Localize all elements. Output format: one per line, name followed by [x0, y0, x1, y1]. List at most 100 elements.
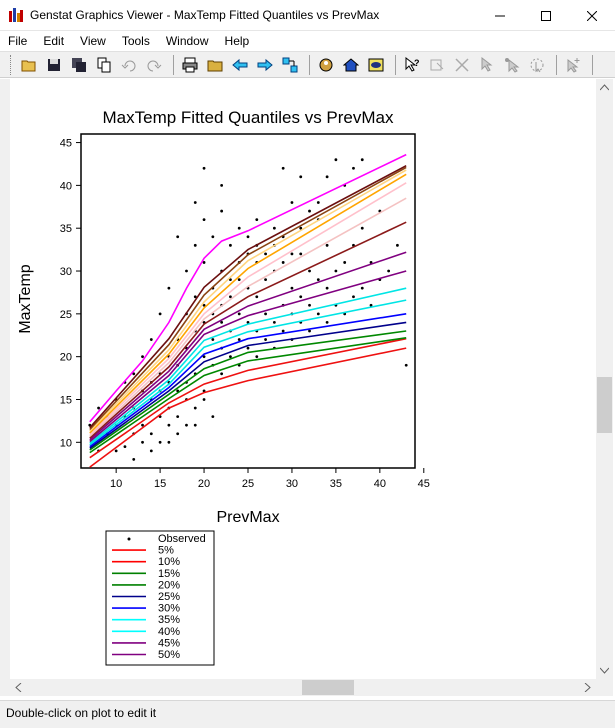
observed-point	[185, 423, 188, 427]
select-icon[interactable]	[476, 54, 498, 76]
observed-point	[229, 243, 232, 247]
scroll-down-icon[interactable]	[600, 666, 609, 675]
observed-point	[343, 261, 347, 264]
menu-help[interactable]: Help	[217, 31, 258, 51]
home-icon[interactable]	[340, 54, 362, 76]
observed-point	[264, 338, 267, 341]
y-tick-label: 40	[60, 180, 72, 192]
quantile-line	[89, 173, 407, 434]
save-icon[interactable]	[43, 54, 65, 76]
view-icon[interactable]	[365, 54, 387, 76]
back-icon[interactable]	[229, 54, 251, 76]
observed-point	[299, 295, 303, 299]
observed-point	[193, 406, 197, 410]
observed-point	[237, 312, 241, 316]
undo-icon[interactable]	[118, 54, 140, 76]
observed-point	[193, 201, 197, 204]
menu-window[interactable]: Window	[158, 31, 217, 51]
select-region-icon[interactable]	[526, 54, 548, 76]
chart[interactable]: MaxTemp Fitted Quantiles vs PrevMax Prev…	[10, 79, 596, 679]
copy-icon[interactable]	[93, 54, 115, 76]
observed-point	[246, 346, 250, 350]
arrange-icon[interactable]	[279, 54, 301, 76]
status-bar: Double-click on plot to edit it	[0, 700, 615, 728]
status-text: Double-click on plot to edit it	[6, 706, 157, 720]
help-pointer-icon[interactable]: ?	[401, 54, 423, 76]
legend-label: 10%	[158, 556, 180, 568]
toolbar-separator	[395, 54, 396, 75]
horizontal-scrollbar[interactable]	[10, 679, 596, 696]
legend-marker	[127, 537, 131, 541]
y-tick-label: 15	[60, 394, 72, 406]
observed-point	[334, 158, 338, 162]
scroll-corner	[596, 679, 613, 696]
observed-point	[308, 303, 311, 307]
title-bar: Genstat Graphics Viewer - MaxTemp Fitted…	[0, 0, 615, 31]
observed-point	[360, 226, 364, 230]
observed-point	[264, 252, 267, 256]
save-all-icon[interactable]	[68, 54, 90, 76]
folder-icon[interactable]	[204, 54, 226, 76]
observed-point	[141, 440, 144, 444]
identify-icon[interactable]	[426, 54, 448, 76]
observed-point	[237, 338, 241, 341]
maximize-icon[interactable]	[523, 0, 569, 31]
genstat-app-icon	[9, 8, 23, 22]
graph-workspace[interactable]: MaxTemp Fitted Quantiles vs PrevMax Prev…	[10, 79, 596, 679]
legend-label: 5%	[158, 545, 174, 557]
legend-label: 20%	[158, 579, 180, 591]
observed-point	[237, 226, 241, 230]
x-axis-label: PrevMax	[216, 509, 279, 526]
menu-tools[interactable]: Tools	[114, 31, 158, 51]
legend-label: 45%	[158, 637, 180, 649]
legend-label: 35%	[158, 614, 180, 626]
scroll-right-icon[interactable]	[583, 683, 592, 692]
observed-point	[123, 445, 127, 448]
horizontal-scroll-thumb[interactable]	[302, 680, 354, 695]
observed-point	[220, 209, 224, 213]
observed-point	[281, 166, 285, 170]
observed-point	[229, 355, 232, 359]
scroll-up-icon[interactable]	[600, 83, 609, 92]
menu-file[interactable]: File	[0, 31, 35, 51]
forward-icon[interactable]	[254, 54, 276, 76]
observed-point	[396, 243, 399, 247]
menu-bar: File Edit View Tools Window Help	[0, 31, 615, 51]
observed-point	[255, 355, 259, 359]
delete-point-icon[interactable]	[451, 54, 473, 76]
print-icon[interactable]	[179, 54, 201, 76]
observed-point	[229, 295, 232, 299]
close-icon[interactable]	[569, 0, 615, 31]
x-tick-label: 40	[374, 478, 386, 490]
window-title: Genstat Graphics Viewer - MaxTemp Fitted…	[30, 8, 380, 22]
observed-point	[176, 415, 180, 419]
observed-point	[211, 235, 215, 239]
y-tick-label: 35	[60, 223, 72, 235]
y-tick-label: 20	[60, 352, 72, 364]
observed-point	[158, 312, 162, 316]
zoom-icon[interactable]	[315, 54, 337, 76]
chart-title: MaxTemp Fitted Quantiles vs PrevMax	[103, 108, 394, 127]
add-point-icon[interactable]	[562, 54, 584, 76]
observed-point	[202, 398, 206, 401]
redo-icon[interactable]	[143, 54, 165, 76]
legend-label: Observed	[158, 533, 206, 545]
observed-point	[202, 218, 206, 222]
vertical-scroll-thumb[interactable]	[597, 377, 612, 433]
observed-point	[167, 440, 171, 444]
vertical-scrollbar[interactable]	[596, 79, 613, 679]
select-point-icon[interactable]	[501, 54, 523, 76]
minimize-icon[interactable]	[477, 0, 523, 31]
y-axis: 10 15 20 25 30 35 40 45	[60, 138, 81, 449]
observed-point	[211, 415, 215, 419]
observed-point	[220, 183, 224, 187]
toolbar-grip[interactable]	[10, 54, 13, 75]
open-icon[interactable]	[18, 54, 40, 76]
menu-view[interactable]: View	[72, 31, 114, 51]
scroll-left-icon[interactable]	[14, 683, 23, 692]
observed-point	[404, 363, 408, 367]
toolbar: ?	[0, 51, 615, 78]
menu-edit[interactable]: Edit	[35, 31, 72, 51]
observed-point	[237, 278, 241, 281]
legend-label: 25%	[158, 591, 180, 603]
